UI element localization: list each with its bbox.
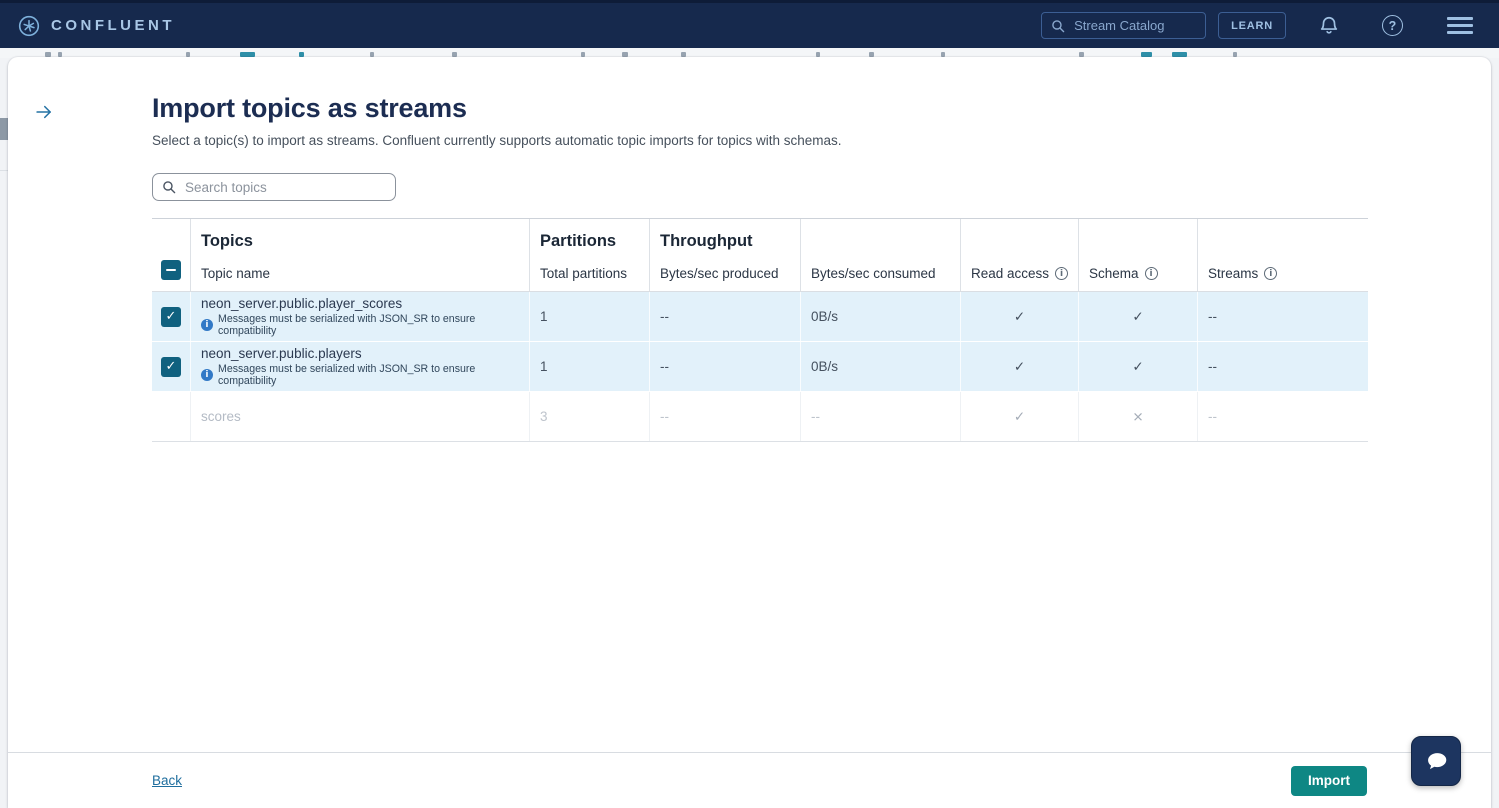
topic-name: neon_server.public.players [201,346,362,361]
column-group-topics: Topics [201,232,253,251]
import-topics-panel: Import topics as streams Select a topic(… [8,57,1491,808]
page-title: Import topics as streams [152,93,467,124]
streams-value: -- [1197,392,1368,441]
topic-name: scores [201,409,241,424]
search-icon [1051,19,1065,33]
schema-value: ✓ [1078,292,1197,341]
row-checkbox[interactable]: ✓ [161,357,181,377]
streams-value: -- [1197,292,1368,341]
info-icon: i [201,369,213,381]
column-total-partitions: Total partitions [540,266,627,281]
hamburger-menu-icon[interactable] [1447,17,1473,34]
bytes-produced-value: -- [649,292,800,341]
app-window: CONFLUENT LEARN ? [0,0,1499,808]
partitions-value: 3 [529,392,649,441]
search-icon [162,180,176,194]
chat-bubble-icon [1423,748,1450,775]
column-schema: Schema [1089,266,1139,281]
bytes-consumed-value: 0B/s [800,292,960,341]
notifications-bell-icon[interactable] [1318,15,1340,37]
topic-note-text: Messages must be serialized with JSON_SR… [218,313,529,337]
chat-widget-button[interactable] [1411,736,1461,786]
checkmark-icon: ✓ [166,359,177,374]
back-link[interactable]: Back [152,773,182,788]
help-glyph: ? [1389,19,1397,33]
column-read-access: Read access [971,266,1049,281]
import-button[interactable]: Import [1291,766,1367,796]
collapse-panel-arrow-icon[interactable] [28,97,60,127]
bytes-consumed-value: 0B/s [800,342,960,391]
select-all-checkbox[interactable] [161,260,181,280]
info-icon[interactable]: i [1145,267,1158,280]
panel-content: Import topics as streams Select a topic(… [152,57,1368,753]
panel-footer: Back Import [8,752,1491,808]
confluent-logo-icon [18,15,40,37]
schema-value: ✓ [1078,342,1197,391]
schema-value: × [1078,392,1197,441]
checkmark-icon: ✓ [166,309,177,324]
read-access-value: ✓ [960,292,1078,341]
info-icon[interactable]: i [1055,267,1068,280]
bytes-produced-value: -- [649,392,800,441]
brand-name: CONFLUENT [51,17,175,34]
page-subtitle: Select a topic(s) to import as streams. … [152,133,842,148]
confluent-logo-link[interactable]: CONFLUENT [18,15,175,37]
read-access-value: ✓ [960,392,1078,441]
topic-search-input[interactable] [183,179,386,196]
partitions-value: 1 [529,292,649,341]
topic-row[interactable]: ✓ neon_server.public.players i Messages … [152,342,1368,392]
topics-table: Topics Topic name Partitions Total parti… [152,218,1368,442]
streams-value: -- [1197,342,1368,391]
column-bytes-consumed: Bytes/sec consumed [811,266,936,281]
topic-name: neon_server.public.player_scores [201,296,402,311]
bytes-produced-value: -- [649,342,800,391]
topic-search-box[interactable] [152,173,396,201]
topic-row-disabled: scores 3 -- -- ✓ × -- [152,392,1368,442]
learn-button[interactable]: LEARN [1218,12,1286,39]
column-group-partitions: Partitions [540,232,616,251]
bytes-consumed-value: -- [800,392,960,441]
column-group-throughput: Throughput [660,232,753,251]
table-header: Topics Topic name Partitions Total parti… [152,218,1368,292]
indeterminate-dash-icon [166,269,176,272]
column-topic-name: Topic name [201,266,270,281]
topic-note: i Messages must be serialized with JSON_… [201,363,529,387]
help-icon[interactable]: ? [1382,15,1403,36]
topic-note: i Messages must be serialized with JSON_… [201,313,529,337]
topic-row[interactable]: ✓ neon_server.public.player_scores i Mes… [152,292,1368,342]
row-checkbox[interactable]: ✓ [161,307,181,327]
topic-note-text: Messages must be serialized with JSON_SR… [218,363,529,387]
info-icon[interactable]: i [1264,267,1277,280]
column-streams: Streams [1208,266,1258,281]
stream-catalog-input[interactable] [1072,17,1196,34]
sidebar-divider [0,170,8,171]
read-access-value: ✓ [960,342,1078,391]
top-navbar: CONFLUENT LEARN ? [0,0,1499,48]
stream-catalog-search[interactable] [1041,12,1206,39]
partitions-value: 1 [529,342,649,391]
info-icon: i [201,319,213,331]
column-bytes-produced: Bytes/sec produced [660,266,779,281]
